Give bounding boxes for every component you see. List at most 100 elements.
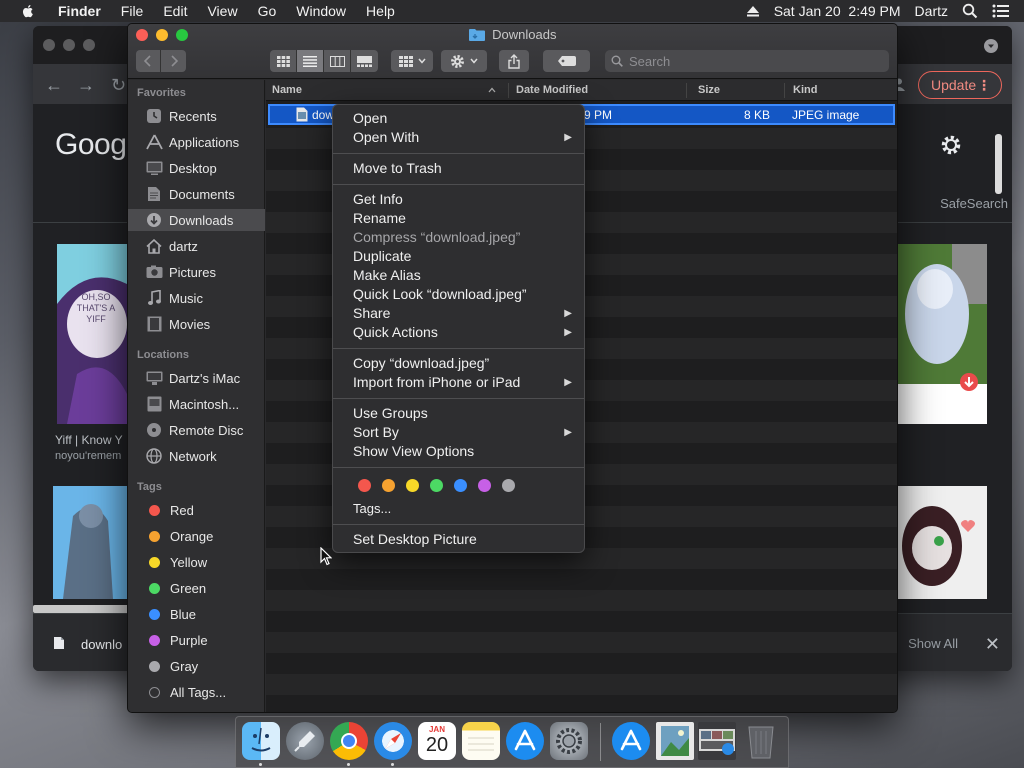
menu-item-quick-actions[interactable]: Quick Actions ▶: [333, 323, 584, 342]
menu-item-sort-by[interactable]: Sort By ▶: [333, 423, 584, 442]
image-result-thumb[interactable]: OH,SO THAT'S A YIFF: [57, 244, 127, 424]
gallery-view-button[interactable]: [351, 50, 378, 72]
photo-booth-icon[interactable]: [698, 722, 736, 760]
chrome-forward-icon[interactable]: →: [77, 75, 95, 96]
menu-item-compress[interactable]: Compress “download.jpeg”: [333, 228, 584, 247]
sidebar-item-documents[interactable]: Documents: [128, 183, 265, 205]
menu-window[interactable]: Window: [286, 0, 356, 22]
image-result-thumb[interactable]: [897, 486, 987, 599]
chrome-icon[interactable]: [330, 722, 368, 760]
eject-icon[interactable]: [746, 5, 760, 17]
menu-item-move-to-trash[interactable]: Move to Trash: [333, 159, 584, 178]
menu-item-open[interactable]: Open: [333, 109, 584, 128]
safesearch-link[interactable]: SafeSearch: [940, 196, 1008, 211]
tag-gray-button[interactable]: [502, 479, 515, 492]
image-result-title[interactable]: Yiff | Know Y: [55, 433, 123, 447]
menu-item-rename[interactable]: Rename: [333, 209, 584, 228]
sidebar-item-tag-red[interactable]: Red: [128, 499, 265, 521]
image-result-thumb[interactable]: [53, 486, 127, 599]
vertical-scrollbar[interactable]: [995, 134, 1002, 194]
icon-view-button[interactable]: [270, 50, 297, 72]
menu-item-open-with[interactable]: Open With ▶: [333, 128, 584, 147]
sidebar-item-tag-orange[interactable]: Orange: [128, 525, 265, 547]
column-view-button[interactable]: [324, 50, 351, 72]
sidebar-item-pictures[interactable]: Pictures: [128, 261, 265, 283]
menu-item-quick-look[interactable]: Quick Look “download.jpeg”: [333, 285, 584, 304]
menu-item-set-desktop-picture[interactable]: Set Desktop Picture: [333, 530, 584, 549]
tag-green-button[interactable]: [430, 479, 443, 492]
menu-item-show-view-options[interactable]: Show View Options: [333, 442, 584, 461]
column-header-name[interactable]: Name: [272, 84, 302, 96]
chrome-back-icon[interactable]: ←: [45, 75, 63, 96]
menu-view[interactable]: View: [197, 0, 247, 22]
search-input[interactable]: [629, 53, 869, 69]
menu-item-duplicate[interactable]: Duplicate: [333, 247, 584, 266]
sidebar-item-remote-disc[interactable]: Remote Disc: [128, 419, 265, 441]
apple-icon[interactable]: [20, 3, 36, 19]
back-button[interactable]: [136, 50, 161, 72]
sidebar-item-all-tags[interactable]: All Tags...: [128, 681, 265, 703]
app-store-download-icon[interactable]: [612, 722, 650, 760]
launchpad-icon[interactable]: [286, 722, 324, 760]
tag-yellow-button[interactable]: [406, 479, 419, 492]
calendar-icon[interactable]: JAN 20: [418, 722, 456, 760]
trash-icon[interactable]: [742, 722, 780, 760]
notification-center-icon[interactable]: [992, 4, 1010, 18]
spotlight-search-icon[interactable]: [962, 3, 978, 19]
tag-blue-button[interactable]: [454, 479, 467, 492]
menu-item-tags[interactable]: Tags...: [333, 499, 584, 518]
menubar-user[interactable]: Dartz: [915, 3, 948, 19]
menu-item-make-alias[interactable]: Make Alias: [333, 266, 584, 285]
sidebar-item-tag-purple[interactable]: Purple: [128, 629, 265, 651]
menubar-clock[interactable]: Sat Jan 20 2:49 PM: [774, 3, 901, 19]
sidebar-item-network[interactable]: Network: [128, 445, 265, 467]
image-result-thumb[interactable]: [897, 244, 987, 424]
menu-finder[interactable]: Finder: [48, 0, 111, 22]
column-header-kind[interactable]: Kind: [793, 84, 817, 96]
safari-icon[interactable]: [374, 722, 412, 760]
menu-item-share[interactable]: Share ▶: [333, 304, 584, 323]
close-icon[interactable]: ✕: [985, 634, 1000, 655]
download-item-label[interactable]: downlo: [81, 637, 122, 652]
tag-orange-button[interactable]: [382, 479, 395, 492]
chrome-menu-icon[interactable]: ⋮: [977, 77, 991, 94]
chrome-close-button[interactable]: [43, 39, 55, 51]
menu-item-use-groups[interactable]: Use Groups: [333, 404, 584, 423]
menu-item-import-from-iphone[interactable]: Import from iPhone or iPad ▶: [333, 373, 584, 392]
sidebar-item-downloads[interactable]: Downloads: [128, 209, 265, 231]
download-badge-icon[interactable]: [959, 372, 979, 392]
sidebar-item-movies[interactable]: Movies: [128, 313, 265, 335]
column-header-date-modified[interactable]: Date Modified: [516, 84, 588, 96]
google-logo[interactable]: Goog: [55, 128, 127, 162]
sidebar-item-tag-green[interactable]: Green: [128, 577, 265, 599]
sidebar-item-home[interactable]: dartz: [128, 235, 265, 257]
menu-help[interactable]: Help: [356, 0, 405, 22]
finder-icon[interactable]: [242, 722, 280, 760]
chrome-minimize-button[interactable]: [63, 39, 75, 51]
edit-tags-button[interactable]: [543, 50, 590, 72]
column-divider[interactable]: [508, 83, 509, 98]
sidebar-item-music[interactable]: Music: [128, 287, 265, 309]
menu-edit[interactable]: Edit: [153, 0, 197, 22]
image-result-source[interactable]: noyou'remem: [55, 450, 121, 462]
tag-purple-button[interactable]: [478, 479, 491, 492]
column-divider[interactable]: [784, 83, 785, 98]
action-button[interactable]: [441, 50, 487, 72]
sidebar-item-macintosh-hd[interactable]: Macintosh...: [128, 393, 265, 415]
sidebar-item-applications[interactable]: Applications: [128, 131, 265, 153]
column-divider[interactable]: [686, 83, 687, 98]
chrome-zoom-button[interactable]: [83, 39, 95, 51]
column-header-size[interactable]: Size: [698, 84, 720, 96]
forward-button[interactable]: [161, 50, 186, 72]
sidebar-item-tag-blue[interactable]: Blue: [128, 603, 265, 625]
sidebar-item-tag-yellow[interactable]: Yellow: [128, 551, 265, 573]
menu-item-copy[interactable]: Copy “download.jpeg”: [333, 354, 584, 373]
sidebar-item-desktop[interactable]: Desktop: [128, 157, 265, 179]
system-preferences-icon[interactable]: [550, 722, 588, 760]
chrome-update-button[interactable]: Update ⋮: [918, 71, 1002, 99]
sidebar-item-recents[interactable]: Recents: [128, 105, 265, 127]
menu-file[interactable]: File: [111, 0, 154, 22]
notes-icon[interactable]: [462, 722, 500, 760]
app-store-icon[interactable]: [506, 722, 544, 760]
preview-image-icon[interactable]: [656, 722, 694, 760]
